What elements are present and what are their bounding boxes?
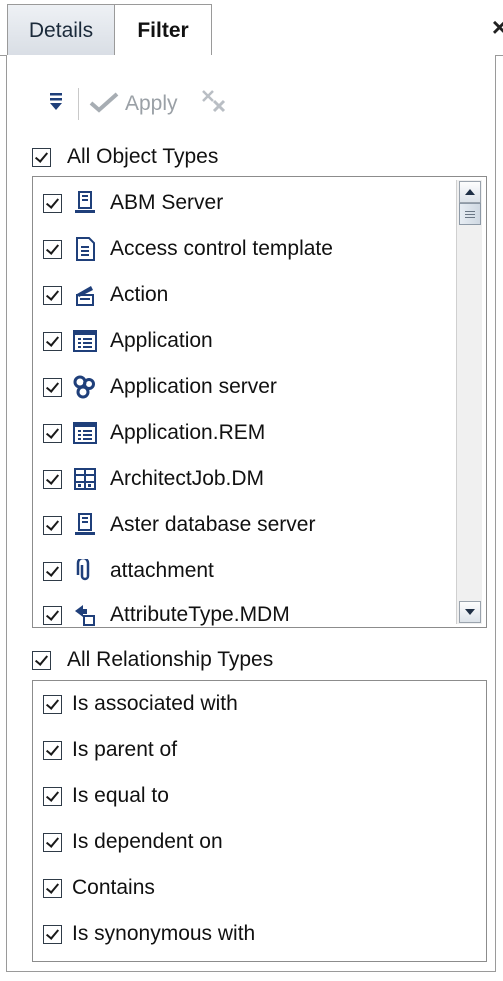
object-type-label: Application server bbox=[110, 375, 277, 398]
relationship-type-label: Contains bbox=[72, 876, 155, 899]
relationship-type-checkbox[interactable] bbox=[43, 832, 62, 852]
object-type-checkbox[interactable] bbox=[43, 331, 62, 351]
object-type-label: attachment bbox=[110, 559, 214, 582]
chevron-down-icon bbox=[465, 609, 475, 615]
list-item[interactable]: Aster database server bbox=[43, 502, 315, 548]
list-item[interactable]: Is parent of bbox=[43, 727, 177, 773]
list-item[interactable]: attachment bbox=[43, 548, 214, 594]
object-type-checkbox[interactable] bbox=[43, 239, 62, 259]
relationship-type-label: Is parent of bbox=[72, 738, 178, 761]
list-item[interactable]: Is equal to bbox=[43, 773, 169, 819]
list-item[interactable]: Contains bbox=[43, 865, 155, 911]
object-type-label: Access control template bbox=[110, 237, 333, 260]
all-object-types-row[interactable]: All Object Types bbox=[32, 145, 218, 169]
all-relationship-types-label: All Relationship Types bbox=[67, 648, 274, 671]
scroll-down-button[interactable] bbox=[459, 601, 481, 623]
tab-details[interactable]: Details bbox=[7, 4, 115, 55]
tab-strip: Details Filter × bbox=[0, 0, 503, 57]
relationship-type-checkbox[interactable] bbox=[43, 694, 62, 714]
object-type-label: Application.REM bbox=[110, 421, 266, 444]
object-type-checkbox[interactable] bbox=[43, 285, 62, 305]
chevron-up-icon bbox=[465, 189, 475, 195]
relationship-type-label: Is associated with bbox=[72, 692, 238, 715]
paperclip-icon bbox=[72, 558, 98, 584]
template-icon bbox=[72, 236, 98, 262]
list-item[interactable]: Is associated with bbox=[43, 681, 238, 727]
clear-filter-icon[interactable] bbox=[200, 88, 228, 121]
list-item[interactable]: Application.REM bbox=[43, 410, 265, 456]
object-type-checkbox[interactable] bbox=[43, 469, 62, 489]
apply-button[interactable]: Apply bbox=[89, 91, 178, 118]
object-types-list: ABM Server Access control template Actio… bbox=[32, 176, 487, 628]
relationship-type-checkbox[interactable] bbox=[43, 786, 62, 806]
list-item[interactable]: Access control template bbox=[43, 226, 333, 272]
filter-menu-icon[interactable] bbox=[48, 91, 64, 118]
application-icon bbox=[72, 420, 98, 446]
server-icon bbox=[72, 190, 98, 216]
application-server-icon bbox=[72, 374, 98, 400]
list-item[interactable]: Application bbox=[43, 318, 213, 364]
list-item[interactable]: Application server bbox=[43, 364, 277, 410]
object-list-scrollbar[interactable] bbox=[456, 180, 482, 624]
server-icon bbox=[72, 512, 98, 538]
list-item[interactable]: Is synonymous with bbox=[43, 911, 255, 957]
all-relationship-types-checkbox[interactable] bbox=[32, 650, 51, 670]
relationship-type-label: Is synonymous with bbox=[72, 922, 256, 945]
tab-filter[interactable]: Filter bbox=[114, 4, 212, 57]
job-icon bbox=[72, 466, 98, 492]
filter-toolbar: Apply bbox=[48, 86, 228, 122]
object-type-checkbox[interactable] bbox=[43, 423, 62, 443]
all-relationship-types-row[interactable]: All Relationship Types bbox=[32, 648, 273, 672]
list-item[interactable]: ABM Server bbox=[43, 180, 223, 226]
action-icon bbox=[72, 282, 98, 308]
object-type-checkbox[interactable] bbox=[43, 561, 62, 581]
object-type-label: Application bbox=[110, 329, 213, 352]
object-type-label: AttributeType.MDM bbox=[110, 603, 290, 626]
list-item[interactable]: AttributeType.MDM bbox=[43, 592, 290, 627]
object-type-label: ABM Server bbox=[110, 191, 224, 214]
object-type-label: ArchitectJob.DM bbox=[110, 467, 265, 490]
object-type-label: Aster database server bbox=[110, 513, 316, 536]
scroll-thumb[interactable] bbox=[459, 203, 481, 225]
relationship-type-checkbox[interactable] bbox=[43, 924, 62, 944]
object-type-checkbox[interactable] bbox=[43, 515, 62, 535]
application-icon bbox=[72, 328, 98, 354]
object-type-label: Action bbox=[110, 283, 169, 306]
relationship-type-label: Is equal to bbox=[72, 784, 169, 807]
relationship-type-checkbox[interactable] bbox=[43, 740, 62, 760]
object-type-checkbox[interactable] bbox=[43, 605, 62, 625]
attribute-type-icon bbox=[72, 602, 98, 627]
toolbar-separator bbox=[78, 88, 79, 120]
relationship-type-label: Is dependent on bbox=[72, 830, 223, 853]
list-item[interactable]: Is dependent on bbox=[43, 819, 223, 865]
list-item[interactable]: Action bbox=[43, 272, 168, 318]
relationship-type-checkbox[interactable] bbox=[43, 878, 62, 898]
close-icon[interactable]: × bbox=[492, 12, 503, 42]
relationship-types-list: Is associated with Is parent of Is equal… bbox=[32, 680, 487, 962]
object-type-checkbox[interactable] bbox=[43, 193, 62, 213]
scroll-up-button[interactable] bbox=[459, 181, 481, 203]
checkmark-icon bbox=[89, 91, 119, 118]
all-object-types-checkbox[interactable] bbox=[32, 147, 51, 167]
apply-button-label: Apply bbox=[125, 92, 178, 115]
all-object-types-label: All Object Types bbox=[67, 145, 219, 168]
object-type-checkbox[interactable] bbox=[43, 377, 62, 397]
list-item[interactable]: ArchitectJob.DM bbox=[43, 456, 264, 502]
